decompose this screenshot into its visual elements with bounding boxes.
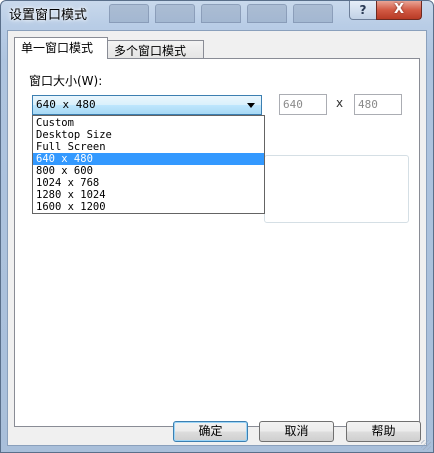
- ghost-tab: [201, 4, 241, 23]
- window-size-select[interactable]: 640 x 480: [32, 95, 262, 115]
- dimension-separator: x: [336, 96, 344, 110]
- dialog-client-area: 单一窗口模式 多个窗口模式 窗口大小(W): 640 x 480 640 x 4…: [7, 30, 427, 446]
- dropdown-option-1024x768[interactable]: 1024 x 768: [33, 177, 264, 189]
- cancel-button[interactable]: 取消: [259, 421, 334, 442]
- close-icon: X: [393, 2, 405, 17]
- resize-grip[interactable]: [421, 440, 431, 450]
- dropdown-option-800x600[interactable]: 800 x 600: [33, 165, 264, 177]
- tab-panel-single-window: 窗口大小(W): 640 x 480 640 x 480: [14, 58, 420, 427]
- ok-button[interactable]: 确定: [173, 421, 248, 442]
- help-button[interactable]: 帮助: [346, 421, 421, 442]
- width-field[interactable]: 640: [279, 94, 327, 115]
- tab-label: 多个窗口模式: [114, 44, 187, 58]
- ghost-tab: [293, 4, 333, 23]
- options-group-box: [264, 155, 409, 223]
- dialog-window: 设置窗口模式 ? X 单一窗口模式 多个窗口模式 窗口大小(W): 640 x …: [0, 0, 434, 453]
- title-help-button[interactable]: ?: [349, 1, 377, 20]
- background-taskbar-ghost: [109, 4, 333, 23]
- title-bar[interactable]: 设置窗口模式 ? X: [1, 1, 433, 25]
- height-field[interactable]: 480: [354, 94, 402, 115]
- dropdown-option-full-screen[interactable]: Full Screen: [33, 141, 264, 153]
- ghost-tab: [155, 4, 195, 23]
- ghost-tab: [109, 4, 149, 23]
- tab-label: 单一窗口模式: [21, 41, 94, 55]
- dropdown-option-1280x1024[interactable]: 1280 x 1024: [33, 189, 264, 201]
- window-size-dropdown-list[interactable]: Custom Desktop Size Full Screen 640 x 48…: [32, 115, 265, 214]
- question-mark-icon: ?: [359, 3, 367, 17]
- dropdown-option-custom[interactable]: Custom: [33, 117, 264, 129]
- window-title: 设置窗口模式: [9, 8, 88, 23]
- title-close-button[interactable]: X: [376, 1, 422, 20]
- dropdown-option-640x480[interactable]: 640 x 480: [33, 153, 264, 165]
- tab-multi-window-mode[interactable]: 多个窗口模式: [107, 40, 204, 60]
- tab-single-window-mode[interactable]: 单一窗口模式: [14, 37, 108, 59]
- window-size-label: 窗口大小(W):: [29, 74, 103, 88]
- chevron-down-icon[interactable]: [247, 103, 255, 108]
- dropdown-option-desktop-size[interactable]: Desktop Size: [33, 129, 264, 141]
- dropdown-option-1600x1200[interactable]: 1600 x 1200: [33, 201, 264, 213]
- window-size-selected-value: 640 x 480: [36, 98, 96, 111]
- ghost-tab: [247, 4, 287, 23]
